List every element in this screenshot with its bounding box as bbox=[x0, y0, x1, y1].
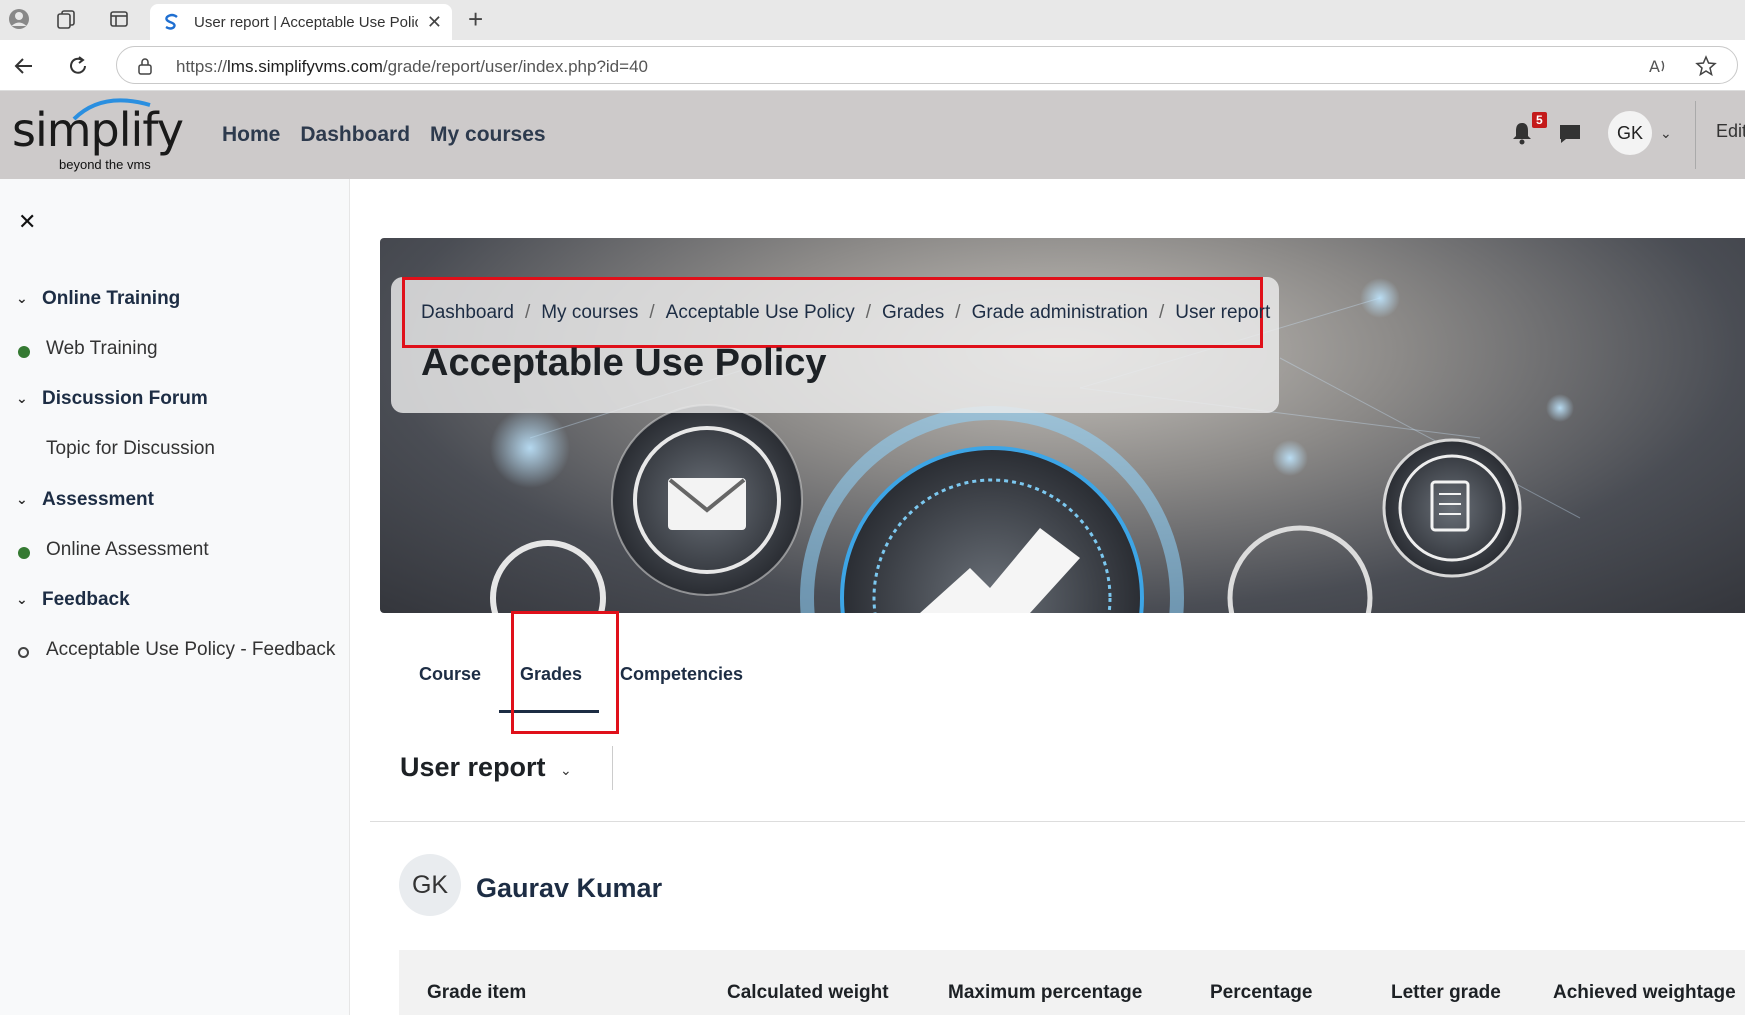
column-calculated-weight: Calculated weight bbox=[727, 982, 889, 1003]
read-aloud-icon[interactable]: A bbox=[1647, 55, 1669, 77]
column-maximum-percentage: Maximum percentage bbox=[948, 982, 1143, 1003]
breadcrumb-grade-administration[interactable]: Grade administration bbox=[972, 302, 1148, 324]
breadcrumb-course[interactable]: Acceptable Use Policy bbox=[666, 302, 855, 324]
breadcrumb-grades[interactable]: Grades bbox=[882, 302, 944, 324]
address-bar-row: https://lms.simplifyvms.com/grade/report… bbox=[0, 40, 1745, 91]
chevron-down-icon[interactable]: ⌄ bbox=[16, 491, 28, 508]
site-header: simplify beyond the vms Home Dashboard M… bbox=[0, 91, 1745, 179]
grade-table-header: Grade item Calculated weight Maximum per… bbox=[399, 950, 1745, 1015]
back-icon[interactable] bbox=[12, 54, 36, 78]
new-tab-icon[interactable]: + bbox=[468, 4, 483, 35]
collections-icon[interactable] bbox=[55, 8, 77, 30]
grades-tab-highlight-box bbox=[511, 611, 619, 734]
tab-actions-icon[interactable] bbox=[108, 8, 130, 30]
breadcrumb-dashboard[interactable]: Dashboard bbox=[421, 302, 514, 324]
messages-icon[interactable] bbox=[1558, 123, 1582, 145]
simplify-favicon-icon bbox=[165, 13, 178, 30]
close-drawer-icon[interactable]: ✕ bbox=[18, 209, 36, 235]
reload-icon[interactable] bbox=[66, 54, 90, 78]
report-divider bbox=[612, 746, 613, 790]
completed-dot-icon bbox=[18, 547, 30, 559]
browser-tab-bar: User report | Acceptable Use Polic ✕ + bbox=[0, 0, 1745, 40]
user-name[interactable]: Gaurav Kumar bbox=[476, 873, 662, 904]
nav-my-courses[interactable]: My courses bbox=[430, 123, 546, 147]
breadcrumb: Dashboard / My courses / Acceptable Use Po… bbox=[421, 302, 1271, 324]
notification-count-badge: 5 bbox=[1532, 112, 1547, 128]
tab-course[interactable]: Course bbox=[419, 664, 481, 685]
chevron-down-icon[interactable]: ⌄ bbox=[16, 591, 28, 608]
course-index-drawer: ✕ ⌄ Online Training Web Training ⌄ Discu… bbox=[0, 179, 350, 1015]
header-divider bbox=[1695, 101, 1696, 169]
user-avatar-large: GK bbox=[399, 854, 461, 916]
tab-competencies[interactable]: Competencies bbox=[620, 664, 743, 685]
breadcrumb-my-courses[interactable]: My courses bbox=[541, 302, 638, 324]
profile-icon[interactable] bbox=[8, 8, 30, 30]
report-chevron-down-icon[interactable]: ⌄ bbox=[560, 762, 572, 779]
svg-text:A: A bbox=[1649, 57, 1660, 76]
user-menu-chevron-down-icon[interactable]: ⌄ bbox=[1660, 125, 1672, 142]
nav-home[interactable]: Home bbox=[222, 123, 280, 147]
chevron-down-icon[interactable]: ⌄ bbox=[16, 290, 28, 307]
primary-nav: Home Dashboard My courses bbox=[222, 123, 546, 147]
column-achieved-weightage: Achieved weightage bbox=[1553, 982, 1736, 1003]
url-text: https://lms.simplifyvms.com/grade/report… bbox=[176, 57, 648, 76]
notification-bell-icon[interactable] bbox=[1511, 121, 1533, 145]
column-grade-item: Grade item bbox=[427, 982, 527, 1003]
favorite-star-icon[interactable] bbox=[1695, 55, 1717, 77]
chevron-down-icon[interactable]: ⌄ bbox=[16, 390, 28, 407]
lock-icon[interactable] bbox=[137, 57, 153, 75]
incomplete-circle-icon bbox=[18, 647, 29, 658]
edit-mode-label[interactable]: Edit bbox=[1716, 121, 1745, 142]
nav-dashboard[interactable]: Dashboard bbox=[300, 123, 410, 147]
report-selector[interactable]: User report bbox=[400, 752, 546, 783]
page-title: Acceptable Use Policy bbox=[421, 342, 827, 384]
column-letter-grade: Letter grade bbox=[1391, 982, 1501, 1003]
url-field[interactable]: https://lms.simplifyvms.com/grade/report… bbox=[116, 46, 1738, 84]
close-tab-icon[interactable]: ✕ bbox=[427, 12, 442, 33]
browser-tab[interactable]: User report | Acceptable Use Polic ✕ bbox=[150, 4, 452, 40]
breadcrumb-user-report: User report bbox=[1175, 302, 1271, 323]
user-avatar[interactable]: GK bbox=[1608, 111, 1652, 155]
section-divider bbox=[370, 821, 1745, 822]
tab-title: User report | Acceptable Use Polic bbox=[194, 14, 418, 31]
column-percentage: Percentage bbox=[1210, 982, 1313, 1003]
simplify-logo[interactable]: simplify beyond the vms bbox=[12, 97, 184, 175]
completed-dot-icon bbox=[18, 346, 30, 358]
